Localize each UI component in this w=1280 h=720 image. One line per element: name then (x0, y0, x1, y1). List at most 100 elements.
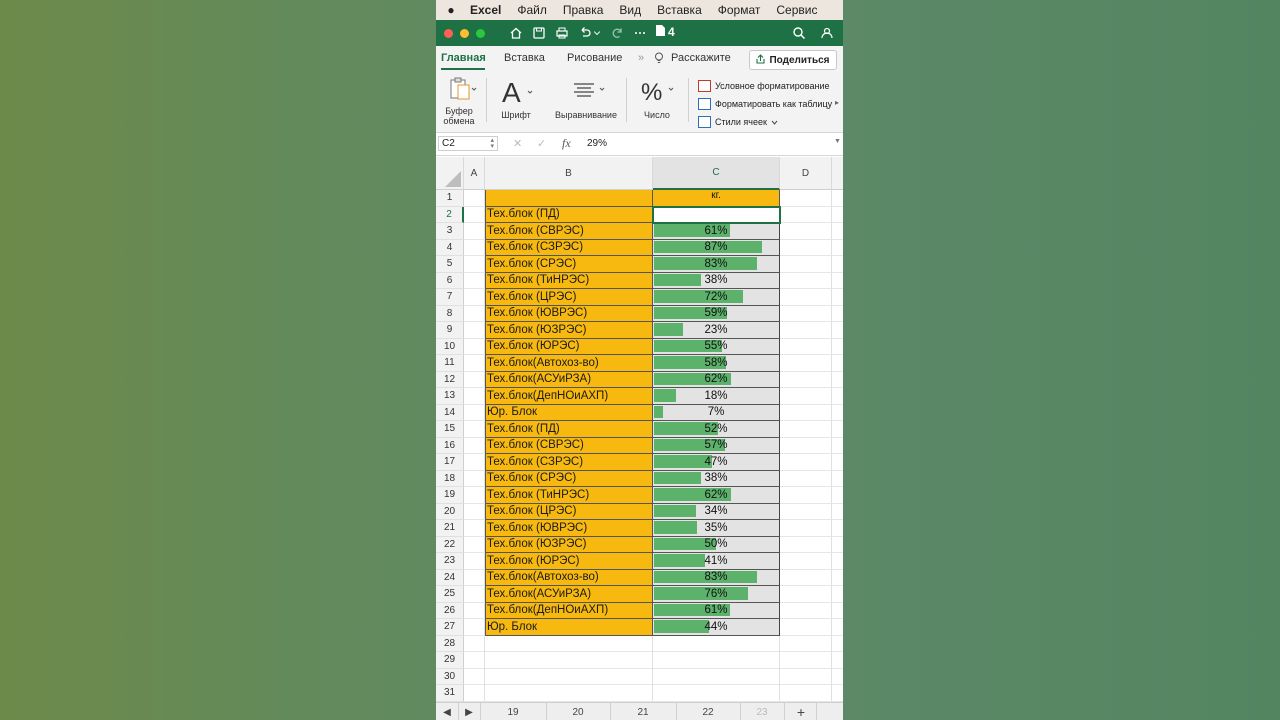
cell-a[interactable] (464, 388, 485, 405)
cell-e[interactable] (832, 240, 843, 256)
save-icon[interactable] (530, 24, 548, 42)
cell-d[interactable] (780, 586, 832, 603)
cell-d[interactable] (780, 454, 832, 471)
cell-c[interactable]: 87% (653, 239, 780, 256)
cell-c[interactable]: 38% (653, 272, 780, 289)
cell-b[interactable]: Тех.блок (СРЭС) (485, 256, 653, 273)
row-header[interactable]: 17 (436, 454, 464, 471)
cell-c[interactable] (653, 668, 780, 685)
cell-c[interactable]: 83% (653, 569, 780, 586)
cell-a[interactable] (464, 355, 485, 372)
home-icon[interactable] (507, 24, 525, 42)
name-box[interactable]: C2 ▴ ▾ (438, 136, 498, 151)
clipboard-group[interactable]: Буфер обмена (442, 76, 482, 126)
cell-c[interactable] (653, 635, 780, 652)
cell-c[interactable]: 62% (653, 487, 780, 504)
row-header[interactable]: 20 (436, 503, 464, 520)
cell-c[interactable] (653, 652, 780, 669)
cell-c[interactable]: 47% (653, 454, 780, 471)
cell-e[interactable] (832, 421, 843, 438)
menu-app-name[interactable]: Excel (466, 3, 509, 17)
cell-b[interactable]: Тех.блок (ЮЗРЭС) (485, 322, 653, 339)
sheet-tab-20[interactable]: 20 (546, 703, 611, 720)
cell-b[interactable]: Тех.блок (ТиНРЭС) (485, 272, 653, 289)
cell-e[interactable] (832, 652, 843, 669)
alignment-group[interactable]: Выравнивание (552, 76, 620, 120)
cell-a[interactable] (464, 289, 485, 306)
cell-a[interactable] (464, 569, 485, 586)
cancel-edit-icon[interactable]: ✕ (513, 137, 522, 150)
cell-e[interactable] (832, 207, 843, 223)
cell-a[interactable] (464, 619, 485, 636)
cell-c[interactable]: 58% (653, 355, 780, 372)
cell-a[interactable] (464, 305, 485, 322)
cell-c[interactable]: 76% (653, 586, 780, 603)
row-header[interactable]: 29 (436, 652, 464, 669)
chevron-right-icon[interactable]: » (638, 52, 644, 64)
cell-c[interactable]: 41% (653, 553, 780, 570)
redo-icon[interactable] (608, 24, 626, 42)
sheet-tab-22[interactable]: 22 (676, 703, 741, 720)
column-header-d[interactable]: D (780, 157, 832, 190)
cell-d[interactable] (780, 190, 832, 207)
row-header[interactable]: 2 (436, 206, 464, 223)
row-header[interactable]: 26 (436, 602, 464, 619)
cell-b[interactable]: Тех.блок(Автохоз-во) (485, 355, 653, 372)
cell-a[interactable] (464, 586, 485, 603)
cell-d[interactable] (780, 536, 832, 553)
cell-b[interactable]: Тех.блок(ДепНОиАХП) (485, 602, 653, 619)
cell-c[interactable] (653, 685, 780, 702)
cell-d[interactable] (780, 437, 832, 454)
cell-c[interactable]: 57% (653, 437, 780, 454)
conditional-formatting-button[interactable]: Условное форматирование (698, 80, 830, 92)
cell-d[interactable] (780, 635, 832, 652)
cell-b[interactable]: Юр. Блок (485, 404, 653, 421)
row-header[interactable]: 15 (436, 421, 464, 438)
cell-a[interactable] (464, 272, 485, 289)
scroll-left-icon[interactable]: ◀ (436, 703, 459, 720)
formula-input[interactable]: 29% (587, 138, 607, 149)
cell-a[interactable] (464, 256, 485, 273)
cell-c[interactable]: 44% (653, 619, 780, 636)
row-header[interactable]: 28 (436, 635, 464, 652)
cell-b[interactable]: Тех.блок (СЗРЭС) (485, 454, 653, 471)
cell-b[interactable]: Тех.блок (ЦРЭС) (485, 503, 653, 520)
cell-b[interactable]: Тех.блок (СРЭС) (485, 470, 653, 487)
tab-home[interactable]: Главная (441, 52, 486, 64)
cell-b[interactable] (485, 685, 653, 702)
cell-e[interactable] (832, 322, 843, 339)
cell-styles-button[interactable]: Стили ячеек (698, 116, 778, 128)
cell-a[interactable] (464, 652, 485, 669)
confirm-edit-icon[interactable]: ✓ (537, 137, 546, 150)
cell-d[interactable] (780, 289, 832, 306)
tab-insert[interactable]: Вставка (504, 52, 545, 64)
cell-c[interactable]: 59% (653, 305, 780, 322)
row-header[interactable]: 9 (436, 322, 464, 339)
apple-icon[interactable]: ● (436, 3, 466, 17)
row-header[interactable]: 24 (436, 569, 464, 586)
cell-d[interactable] (780, 338, 832, 355)
cell-a[interactable] (464, 206, 485, 223)
cell-d[interactable] (780, 272, 832, 289)
cell-e[interactable] (832, 289, 843, 306)
row-header[interactable]: 3 (436, 223, 464, 240)
cell-d[interactable] (780, 421, 832, 438)
cell-d[interactable] (780, 520, 832, 537)
cell-d[interactable] (780, 223, 832, 240)
cell-d[interactable] (780, 256, 832, 273)
cell-a[interactable] (464, 190, 485, 207)
cell-a[interactable] (464, 536, 485, 553)
cell-e[interactable] (832, 504, 843, 520)
cell-e[interactable] (832, 570, 843, 586)
cell-d[interactable] (780, 404, 832, 421)
cell-b[interactable]: Тех.блок (ПД) (485, 421, 653, 438)
cell-e[interactable] (832, 487, 843, 504)
cell-b[interactable]: Юр. Блок (485, 619, 653, 636)
share-people-icon[interactable] (817, 24, 835, 42)
row-header[interactable]: 31 (436, 685, 464, 702)
cell-b[interactable] (485, 190, 653, 207)
row-header[interactable]: 11 (436, 355, 464, 372)
cell-e[interactable] (832, 223, 843, 240)
number-group[interactable]: % Число (634, 76, 680, 120)
row-header[interactable]: 1 (436, 190, 464, 207)
